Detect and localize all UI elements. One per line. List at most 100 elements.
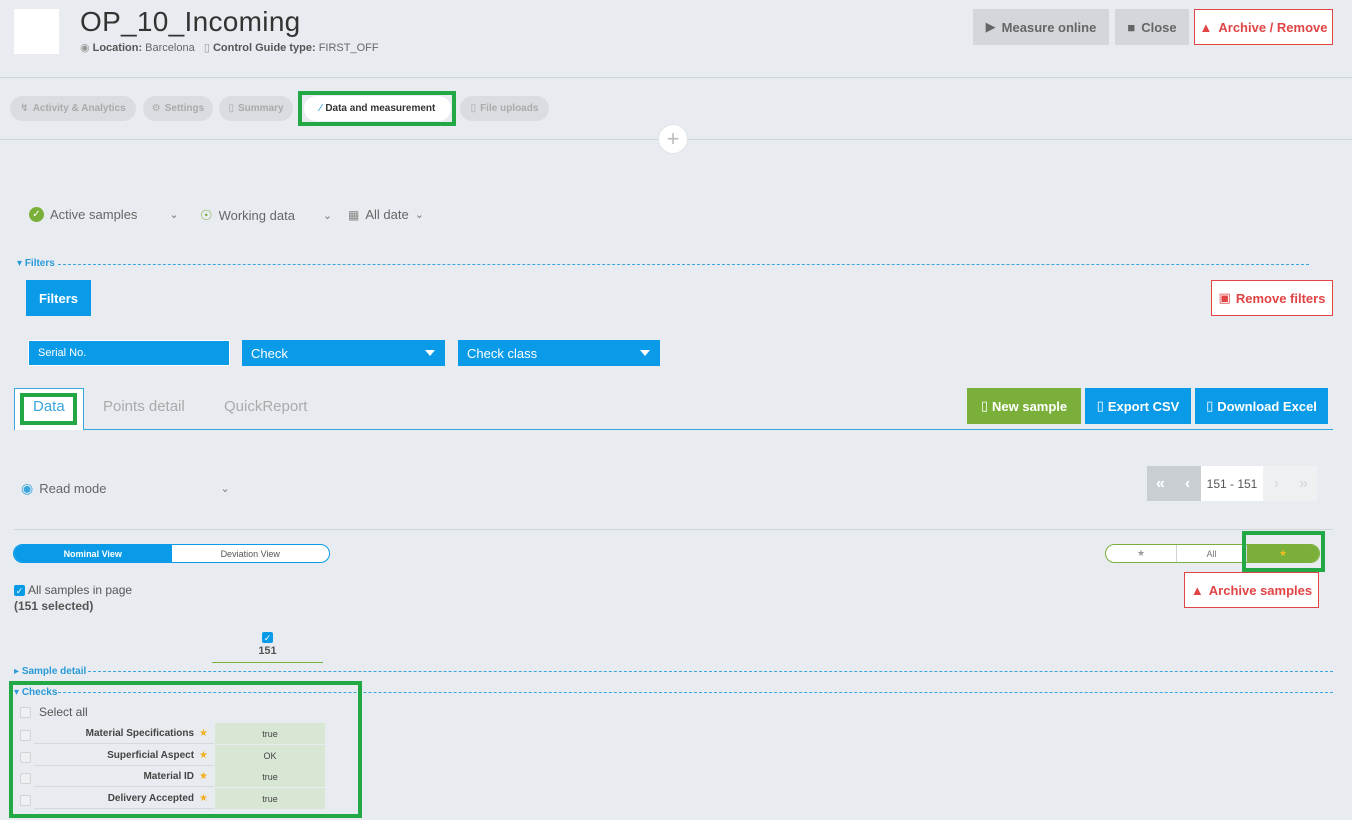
deviation-view-option[interactable]: Deviation View — [172, 545, 330, 562]
check-select[interactable]: Check — [242, 340, 445, 366]
chevron-down-icon: ⌄ — [322, 210, 333, 222]
folder-icon: ■ — [1127, 19, 1136, 35]
checkbox-icon — [20, 795, 31, 806]
read-mode-dropdown[interactable]: ◉ Read mode ⌄ — [21, 480, 230, 497]
close-button[interactable]: ■ Close — [1115, 9, 1189, 45]
checks-section-toggle[interactable]: ▾ Checks — [14, 687, 57, 698]
serial-no-input[interactable]: Serial No. — [28, 340, 230, 366]
row-checkbox[interactable] — [20, 793, 31, 811]
tab-file-uploads[interactable]: ▯ File uploads — [460, 96, 549, 121]
caret-down-icon — [640, 350, 650, 356]
check-row-value[interactable]: true — [215, 766, 325, 787]
checkbox-checked-icon: ✓ — [14, 584, 25, 596]
page-header: OP_10_Incoming ◉ Location: Barcelona ▯ Con… — [0, 0, 1352, 78]
star-icon: ★ — [199, 792, 208, 804]
unlock-icon: ☉ — [200, 207, 213, 223]
checkbox-icon — [20, 730, 31, 741]
row-checkbox[interactable] — [20, 728, 31, 746]
pagination: « ‹ 151 - 151 › » — [1147, 466, 1317, 501]
tab-activity-analytics[interactable]: ↯ Activity & Analytics — [10, 96, 136, 121]
select-all-checkbox[interactable]: Select all — [20, 705, 88, 719]
excel-file-icon: ▯ — [1206, 398, 1214, 413]
folder-open-icon: ▲ — [1190, 582, 1204, 598]
last-page-button[interactable]: » — [1290, 466, 1317, 501]
check-row-value[interactable]: true — [215, 788, 325, 809]
filters-section-toggle[interactable]: ▾ Filters — [17, 258, 55, 269]
view-toggle: Nominal View Deviation View — [13, 544, 330, 563]
trash-icon: ▣ — [1218, 290, 1231, 305]
all-samples-checkbox[interactable]: ✓ All samples in page — [14, 583, 132, 597]
section-divider — [58, 692, 1333, 693]
checkbox-icon — [20, 706, 31, 718]
document-icon: ▯ — [980, 398, 988, 413]
logo-placeholder — [14, 9, 59, 54]
ruler-icon: ∕ — [319, 103, 322, 114]
sample-column-underline — [212, 662, 323, 663]
star-filter-toggle: ★ All ★ — [1105, 544, 1320, 563]
export-csv-button[interactable]: ▯ Export CSV — [1085, 388, 1191, 424]
check-row-value[interactable]: OK — [215, 745, 325, 766]
tab-summary[interactable]: ▯ Summary — [219, 96, 293, 121]
nominal-view-option[interactable]: Nominal View — [14, 545, 172, 562]
tab-settings[interactable]: ⚙ Settings — [143, 96, 213, 121]
archive-remove-button[interactable]: ▲ Archive / Remove — [1194, 9, 1333, 45]
gear-icon: ⚙ — [151, 103, 161, 114]
next-page-button[interactable]: › — [1263, 466, 1290, 501]
header-meta: ◉ Location: Barcelona ▯ Control Guide type… — [80, 42, 379, 54]
document-icon: ▯ — [203, 42, 210, 54]
document-icon: ▯ — [1096, 398, 1104, 413]
tab-points-detail[interactable]: Points detail — [103, 398, 185, 415]
add-icon[interactable]: + — [658, 124, 688, 154]
star-icon: ★ — [199, 770, 208, 782]
measure-online-button[interactable]: ▶ Measure online — [973, 9, 1109, 45]
check-class-select[interactable]: Check class — [458, 340, 660, 366]
check-row-label: Material Specifications ★ — [34, 723, 214, 744]
activity-icon: ↯ — [20, 103, 29, 114]
row-checkbox[interactable] — [20, 750, 31, 768]
all-option[interactable]: All — [1177, 545, 1247, 562]
document-icon: ▯ — [228, 103, 234, 114]
location-pin-icon: ◉ — [80, 42, 90, 54]
star-icon: ★ — [1278, 548, 1288, 558]
starred-option[interactable]: ★ — [1247, 545, 1319, 562]
remove-filters-button[interactable]: ▣ Remove filters — [1211, 280, 1333, 316]
checkbox-checked-icon: ✓ — [262, 632, 273, 643]
check-row-value[interactable]: true — [215, 723, 325, 744]
play-icon: ▶ — [985, 19, 996, 34]
filters-button[interactable]: Filters — [26, 280, 91, 316]
caret-down-icon — [425, 350, 435, 356]
unstarred-option[interactable]: ★ — [1106, 545, 1177, 562]
section-divider — [88, 671, 1333, 672]
new-sample-button[interactable]: ▯ New sample — [967, 388, 1081, 424]
selected-count: (151 selected) — [14, 599, 94, 613]
check-row-label: Material ID ★ — [34, 766, 214, 787]
working-data-dropdown[interactable]: ☉ Working data ⌄ — [200, 207, 332, 224]
row-checkbox[interactable] — [20, 771, 31, 789]
tab-quickreport[interactable]: QuickReport — [224, 398, 307, 415]
prev-page-button[interactable]: ‹ — [1174, 466, 1201, 501]
tabs-underline — [84, 429, 1333, 430]
chevron-down-icon: ⌄ — [169, 209, 179, 221]
star-icon: ★ — [199, 727, 208, 739]
active-samples-dropdown[interactable]: ✓ Active samples ⌄ — [29, 207, 179, 222]
download-excel-button[interactable]: ▯ Download Excel — [1195, 388, 1328, 424]
first-page-button[interactable]: « — [1147, 466, 1174, 501]
archive-samples-button[interactable]: ▲ Archive samples — [1184, 572, 1319, 608]
tab-data[interactable]: Data — [33, 398, 65, 415]
star-icon: ★ — [1136, 548, 1146, 558]
sample-column-checkbox[interactable]: ✓ — [262, 628, 273, 646]
check-circle-icon: ✓ — [29, 207, 44, 222]
calendar-icon: ▦ — [348, 207, 360, 222]
sample-detail-section-toggle[interactable]: ▸ Sample detail — [14, 666, 86, 677]
tab-data-and-measurement[interactable]: ∕ Data and measurement — [304, 96, 451, 121]
eye-icon: ◉ — [21, 480, 34, 496]
file-icon: ▯ — [470, 103, 477, 114]
check-row-label: Delivery Accepted ★ — [34, 788, 214, 809]
page-range: 151 - 151 — [1201, 466, 1263, 501]
check-row-label: Superficial Aspect ★ — [34, 745, 214, 766]
checkbox-icon — [20, 752, 31, 763]
star-icon: ★ — [199, 749, 208, 761]
all-date-dropdown[interactable]: ▦ All date ⌄ — [348, 207, 424, 222]
sample-column-id: 151 — [258, 645, 277, 657]
section-divider — [58, 264, 1309, 265]
